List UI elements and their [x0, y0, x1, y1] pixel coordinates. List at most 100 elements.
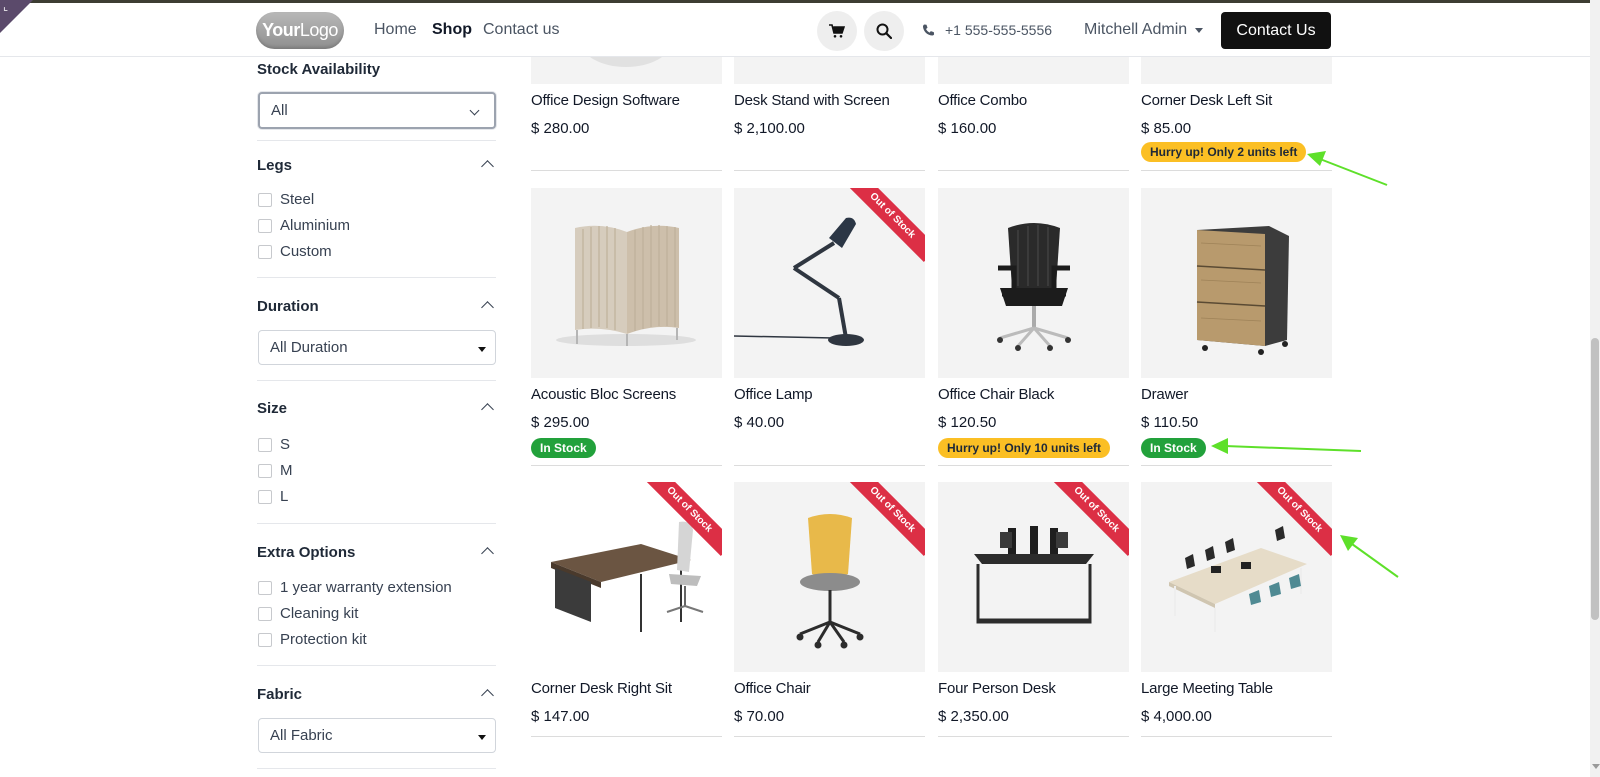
nav-home[interactable]: Home	[374, 21, 417, 39]
product-card[interactable]: Out of Stock Corner Desk Right Sit $ 147…	[531, 482, 722, 737]
dropdown-arrow-icon	[478, 347, 486, 352]
product-name[interactable]: Corner Desk Right Sit	[531, 680, 672, 697]
product-image[interactable]: Out of Stock	[938, 482, 1129, 672]
option-label: Custom	[280, 243, 332, 260]
checkbox[interactable]	[258, 218, 272, 233]
checkbox[interactable]	[258, 463, 272, 478]
chevron-up-icon[interactable]	[481, 689, 494, 702]
product-name[interactable]: Corner Desk Left Sit	[1141, 92, 1272, 109]
corner-icon[interactable]: ⌞	[3, 2, 8, 13]
size-option-s[interactable]: S	[258, 436, 290, 453]
product-price: $ 295.00	[531, 414, 590, 431]
site-header: Your Logo Home Shop Contact us +1 555-555…	[0, 3, 1590, 57]
product-name[interactable]: Desk Stand with Screen	[734, 92, 890, 109]
legs-option-aluminium[interactable]: Aluminium	[258, 217, 350, 234]
product-name[interactable]: Acoustic Bloc Screens	[531, 386, 676, 403]
checkbox[interactable]	[258, 632, 272, 647]
product-card[interactable]: Out of Stock Office Chair $ 70.00	[734, 482, 925, 737]
card-divider	[1141, 465, 1332, 466]
stock-select-value: All	[271, 102, 288, 119]
search-button[interactable]	[864, 11, 904, 51]
extra-option-warranty[interactable]: 1 year warranty extension	[258, 579, 452, 596]
chevron-up-icon[interactable]	[481, 547, 494, 560]
checkbox[interactable]	[258, 489, 272, 504]
product-name[interactable]: Four Person Desk	[938, 680, 1056, 697]
duration-select-value: All Duration	[270, 339, 348, 356]
divider	[257, 665, 496, 666]
option-label: S	[280, 436, 291, 453]
chevron-up-icon[interactable]	[481, 160, 494, 173]
divider	[257, 380, 496, 381]
product-name[interactable]: Office Design Software	[531, 92, 680, 109]
checkbox[interactable]	[258, 606, 272, 621]
annotation-arrowhead	[1340, 535, 1358, 551]
chevron-up-icon[interactable]	[481, 403, 494, 416]
product-image[interactable]	[1141, 188, 1332, 378]
option-label: M	[280, 462, 293, 479]
user-name: Mitchell Admin	[1084, 21, 1188, 38]
checkbox[interactable]	[258, 192, 272, 207]
filter-title-legs: Legs	[257, 157, 293, 174]
product-image[interactable]	[734, 57, 925, 84]
size-option-m[interactable]: M	[258, 462, 293, 479]
product-image[interactable]	[531, 57, 722, 84]
chevron-up-icon[interactable]	[481, 301, 494, 314]
product-name[interactable]: Office Combo	[938, 92, 1027, 109]
product-name[interactable]: Office Chair Black	[938, 386, 1054, 403]
contact-us-button[interactable]: Contact Us	[1221, 12, 1331, 49]
cart-button[interactable]	[817, 11, 857, 51]
product-image[interactable]	[1141, 57, 1332, 84]
user-menu[interactable]: Mitchell Admin	[1084, 21, 1204, 39]
phone-number: +1 555-555-5556	[945, 22, 1053, 38]
scrollbar-thumb[interactable]	[1591, 338, 1599, 620]
extra-option-protection[interactable]: Protection kit	[258, 631, 367, 648]
filter-title-stock: Stock Availability	[257, 61, 381, 78]
product-price: $ 280.00	[531, 120, 590, 137]
nav-shop[interactable]: Shop	[432, 21, 472, 39]
legs-option-custom[interactable]: Custom	[258, 243, 332, 260]
size-option-l[interactable]: L	[258, 488, 288, 505]
card-divider	[938, 170, 1129, 171]
extra-option-cleaning[interactable]: Cleaning kit	[258, 605, 358, 622]
product-image[interactable]: Out of Stock	[1141, 482, 1332, 672]
checkbox[interactable]	[258, 580, 272, 595]
product-image[interactable]	[938, 188, 1129, 378]
checkbox[interactable]	[258, 437, 272, 452]
fabric-select[interactable]: All Fabric	[258, 718, 496, 753]
product-card[interactable]: Acoustic Bloc Screens $ 295.00 In Stock	[531, 188, 722, 466]
scroll-down-arrow-icon[interactable]	[1592, 764, 1600, 769]
product-price: $ 160.00	[938, 120, 997, 137]
product-image[interactable]: Out of Stock	[734, 188, 925, 378]
product-name[interactable]: Office Lamp	[734, 386, 813, 403]
card-divider	[531, 736, 722, 737]
product-image[interactable]: Out of Stock	[734, 482, 925, 672]
product-image[interactable]: Out of Stock	[531, 482, 722, 672]
card-divider	[938, 736, 1129, 737]
phone-link[interactable]: +1 555-555-5556	[922, 22, 1052, 38]
product-name[interactable]: Large Meeting Table	[1141, 680, 1273, 697]
search-icon	[876, 23, 892, 39]
product-card[interactable]: Office Chair Black $ 120.50 Hurry up! On…	[938, 188, 1129, 466]
annotation-arrowhead	[1211, 438, 1228, 454]
card-divider	[531, 170, 722, 171]
product-card[interactable]: Out of Stock Four Person Desk $ 2,350.00	[938, 482, 1129, 737]
site-logo[interactable]: Your Logo	[256, 12, 344, 49]
card-divider	[1141, 170, 1332, 171]
product-name[interactable]: Drawer	[1141, 386, 1188, 403]
nav-contact[interactable]: Contact us	[483, 21, 559, 39]
product-image[interactable]	[531, 188, 722, 378]
duration-select[interactable]: All Duration	[258, 330, 496, 365]
stock-select[interactable]: All	[258, 92, 496, 129]
product-image[interactable]	[938, 57, 1129, 84]
product-card[interactable]: Drawer $ 110.50 In Stock	[1141, 188, 1332, 466]
product-name[interactable]: Office Chair	[734, 680, 811, 697]
card-divider	[734, 736, 925, 737]
fabric-select-value: All Fabric	[270, 727, 333, 744]
option-label: Aluminium	[280, 217, 351, 234]
product-price: $ 147.00	[531, 708, 590, 725]
checkbox[interactable]	[258, 244, 272, 259]
option-label: Steel	[280, 191, 315, 208]
product-card[interactable]: Out of Stock Office Lamp $ 40.00	[734, 188, 925, 466]
product-card[interactable]: Out of Stock Large Meeting Table $ 4,000…	[1141, 482, 1332, 737]
legs-option-steel[interactable]: Steel	[258, 191, 314, 208]
